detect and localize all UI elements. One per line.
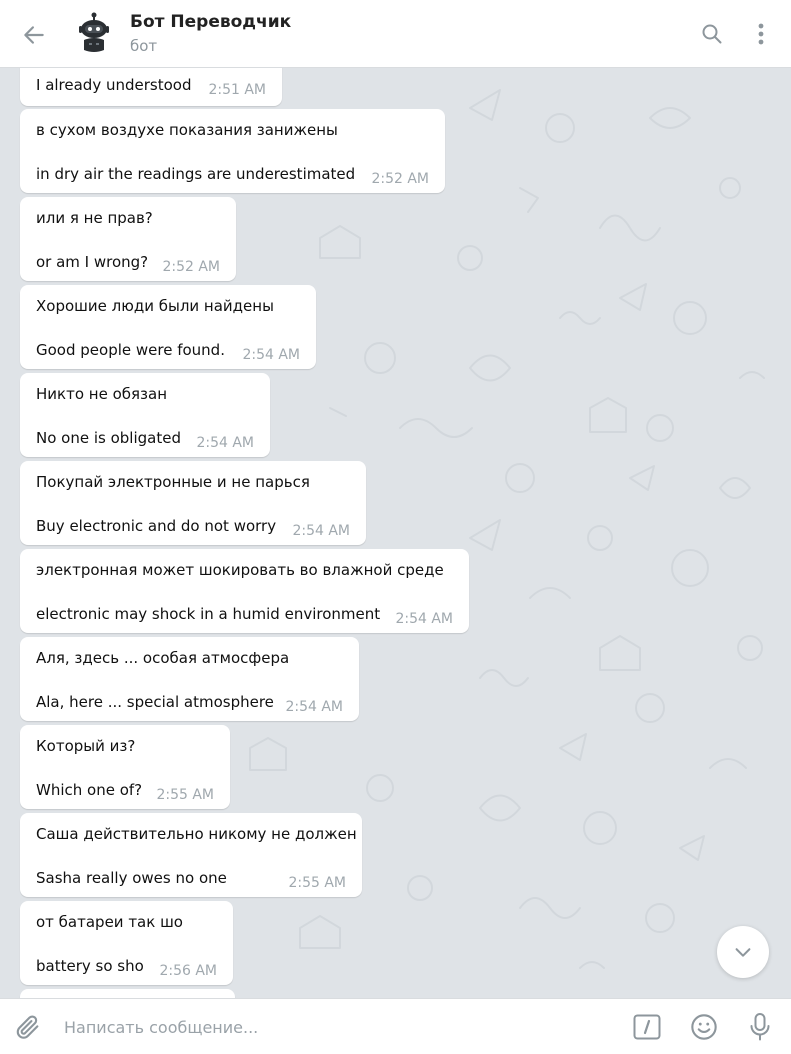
message-time: 2:55 AM — [288, 875, 346, 891]
message-time: 2:54 AM — [196, 435, 254, 451]
message-bubble[interactable]: Аля, здесь ... особая атмосфера Ala, her… — [20, 637, 359, 721]
message-translation: Ala, here ... special atmosphere — [36, 693, 274, 711]
message-bubble[interactable]: Хорошие люди были найдены Good people we… — [20, 285, 316, 369]
message-time: 2:55 AM — [156, 787, 214, 803]
message-bubble[interactable]: Который из? Which one of? 2:55 AM — [20, 725, 230, 809]
message-bubble[interactable]: I already understood 2:51 AM — [20, 68, 282, 106]
message-text: Покупай электронные и не парься — [36, 473, 310, 491]
message-bubble[interactable]: электронная может шокировать во влажной … — [20, 549, 469, 633]
message-time: 2:52 AM — [371, 171, 429, 187]
message-translation: in dry air the readings are underestimat… — [36, 165, 356, 183]
message-bubble[interactable]: Саша действительно никому не должен Sash… — [20, 813, 362, 897]
message-text: от батареи так шо — [36, 913, 183, 931]
message-list[interactable]: I already understood 2:51 AM в сухом воз… — [0, 68, 791, 998]
scroll-to-bottom-button[interactable] — [717, 926, 769, 978]
message-text: Хорошие люди были найдены — [36, 297, 274, 315]
message-translation: battery so sho — [36, 957, 144, 975]
message-bubble[interactable]: от батареи так шо battery so sho 2:56 AM — [20, 901, 233, 985]
message-time: 2:54 AM — [395, 611, 453, 627]
message-time: 2:56 AM — [159, 963, 217, 979]
bot-commands-button[interactable] — [632, 1013, 662, 1041]
message-translation: Good people were found. — [36, 341, 225, 359]
message-text: электронная может шокировать во влажной … — [36, 561, 444, 579]
message-text: в сухом воздухе показания занижены — [36, 121, 338, 139]
message-translation: Sasha really owes no one — [36, 869, 227, 887]
bot-command-icon — [633, 1014, 661, 1040]
message-translation: Buy electronic and do not worry — [36, 517, 277, 535]
message-bubble[interactable]: Покупай электронные и не парься Buy elec… — [20, 461, 366, 545]
bot-avatar[interactable] — [76, 12, 112, 54]
message-time: 2:54 AM — [292, 523, 350, 539]
message-time: 2:54 AM — [242, 347, 300, 363]
paperclip-icon — [16, 1015, 39, 1039]
arrow-left-icon — [24, 26, 44, 44]
message-bubble-partial[interactable] — [20, 989, 235, 998]
message-translation: No one is obligated — [36, 429, 181, 447]
message-text: Который из? — [36, 737, 136, 755]
message-text: Аля, здесь ... особая атмосфера — [36, 649, 290, 667]
attach-button[interactable] — [12, 1011, 44, 1043]
message-text: Саша действительно никому не должен — [36, 825, 357, 843]
back-button[interactable] — [18, 19, 50, 51]
robot-icon — [79, 12, 109, 52]
message-text: или я не прав? — [36, 209, 153, 227]
message-bubble[interactable]: Никто не обязан No one is obligated 2:54… — [20, 373, 270, 457]
message-text: Никто не обязан — [36, 385, 168, 403]
message-bubble[interactable]: или я не прав? or am I wrong? 2:52 AM — [20, 197, 236, 281]
smiley-icon — [691, 1014, 717, 1040]
message-time: 2:52 AM — [162, 259, 220, 275]
message-composer — [0, 998, 791, 1054]
message-text: I already understood — [36, 76, 192, 94]
message-translation: electronic may shock in a humid environm… — [36, 605, 381, 623]
chat-header: Бот Переводчик бот — [0, 0, 791, 68]
search-icon — [702, 24, 722, 44]
message-translation: Which one of? — [36, 781, 143, 799]
message-translation: or am I wrong? — [36, 253, 149, 271]
search-button[interactable] — [698, 20, 726, 48]
chat-subtitle: бот — [130, 37, 158, 55]
message-bubble[interactable]: в сухом воздухе показания занижены in dr… — [20, 109, 445, 193]
message-input[interactable] — [62, 1009, 606, 1045]
message-time: 2:51 AM — [208, 82, 266, 98]
emoji-button[interactable] — [688, 1011, 720, 1043]
chevron-down-icon — [735, 948, 751, 957]
voice-record-button[interactable] — [744, 1010, 776, 1044]
more-vertical-icon — [758, 23, 764, 45]
more-menu-button[interactable] — [748, 19, 774, 49]
microphone-icon — [750, 1013, 770, 1041]
chat-title[interactable]: Бот Переводчик — [130, 12, 291, 32]
message-time: 2:54 AM — [285, 699, 343, 715]
